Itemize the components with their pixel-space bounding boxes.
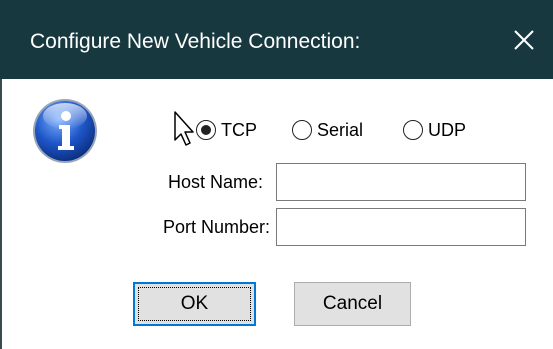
cancel-button[interactable]: Cancel — [294, 282, 411, 326]
close-icon — [514, 29, 534, 50]
title-bar[interactable]: Configure New Vehicle Connection: — [0, 0, 553, 79]
radio-udp-label: UDP — [428, 119, 467, 140]
host-name-label: Host Name: — [167, 172, 263, 192]
radio-udp[interactable]: UDP — [403, 114, 466, 146]
radio-udp-circle[interactable] — [403, 120, 423, 140]
dialog-title: Configure New Vehicle Connection: — [30, 30, 361, 53]
info-icon — [33, 99, 97, 163]
cancel-button-label: Cancel — [322, 293, 383, 314]
radio-selected-dot — [201, 125, 211, 135]
ok-button-label: OK — [180, 293, 209, 314]
radio-serial-circle[interactable] — [292, 120, 312, 140]
window-border — [0, 79, 2, 349]
radio-serial[interactable]: Serial — [292, 114, 363, 146]
radio-serial-label: Serial — [317, 119, 364, 140]
radio-tcp-label: TCP — [221, 119, 257, 140]
radio-tcp[interactable]: TCP — [196, 114, 257, 146]
port-number-label: Port Number: — [162, 217, 270, 237]
ok-button[interactable]: OK — [133, 282, 256, 326]
host-name-input[interactable] — [276, 163, 526, 201]
port-number-input[interactable] — [276, 208, 526, 246]
mouse-pointer-icon — [174, 111, 194, 146]
close-button[interactable] — [495, 0, 553, 79]
dialog-window: Configure New Vehicle Connection: TCP Se… — [0, 0, 553, 349]
radio-tcp-circle[interactable] — [196, 120, 216, 140]
